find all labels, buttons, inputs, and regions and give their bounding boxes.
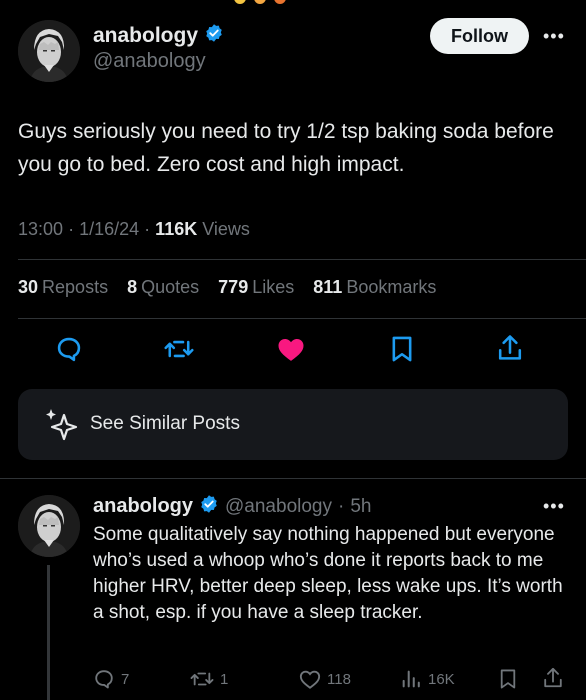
tweet-text: Guys seriously you need to try 1/2 tsp b… bbox=[18, 120, 554, 176]
display-name[interactable]: anabology bbox=[93, 24, 198, 48]
reposts-stat[interactable]: 30 Reposts bbox=[18, 277, 108, 297]
reply-repost-count: 1 bbox=[220, 670, 229, 688]
emoji-icon bbox=[234, 0, 246, 4]
reply-avatar[interactable] bbox=[18, 495, 80, 557]
tweet-date[interactable]: 1/16/24 bbox=[79, 219, 139, 239]
sparkle-icon bbox=[43, 407, 81, 448]
views-count: 116K bbox=[155, 219, 198, 239]
tweet-time[interactable]: 13:00 bbox=[18, 219, 63, 239]
reply-handle[interactable]: @anabology bbox=[225, 496, 332, 518]
bookmarks-stat[interactable]: 811 Bookmarks bbox=[313, 277, 436, 297]
thread-line bbox=[47, 565, 50, 700]
likes-label: Likes bbox=[252, 277, 295, 297]
reply-display-name[interactable]: anabology bbox=[93, 495, 193, 518]
likes-count: 779 bbox=[218, 277, 249, 297]
repost-icon bbox=[190, 672, 214, 686]
like-icon bbox=[299, 670, 321, 689]
quotes-count: 8 bbox=[127, 277, 138, 297]
engagement-stats: 30 Reposts 8 Quotes 779 Likes 811 Bookmarks bbox=[18, 277, 450, 298]
repost-icon[interactable] bbox=[164, 335, 194, 368]
quotes-stat[interactable]: 8 Quotes bbox=[127, 277, 199, 297]
avatar-illustration-icon bbox=[18, 495, 80, 557]
reply-bookmark-action[interactable] bbox=[499, 668, 517, 690]
views-label: Views bbox=[202, 219, 250, 239]
avatar-illustration-icon bbox=[18, 20, 80, 82]
meta-separator: · bbox=[144, 219, 151, 239]
verified-badge-icon bbox=[204, 23, 224, 48]
like-icon[interactable] bbox=[276, 335, 306, 368]
share-icon[interactable] bbox=[496, 333, 524, 368]
divider bbox=[18, 318, 586, 319]
emoji-icon bbox=[254, 0, 266, 4]
reply-reply-count: 7 bbox=[121, 670, 130, 688]
see-similar-posts-button[interactable]: See Similar Posts bbox=[18, 389, 568, 460]
reply-more-options-icon[interactable]: ••• bbox=[543, 496, 565, 517]
cropped-emoji-row bbox=[234, 0, 304, 4]
emoji-icon bbox=[274, 0, 286, 4]
analytics-icon bbox=[402, 670, 420, 688]
follow-button[interactable]: Follow bbox=[430, 18, 529, 54]
reply-views-count: 16K bbox=[428, 670, 455, 688]
verified-badge-icon bbox=[199, 494, 219, 519]
bookmark-icon bbox=[500, 669, 516, 689]
divider bbox=[0, 478, 586, 479]
reply-text: Some qualitatively say nothing happened … bbox=[93, 524, 563, 623]
reply-icon[interactable] bbox=[55, 335, 83, 368]
reply-reply-action[interactable]: 7 bbox=[93, 668, 129, 690]
meta-separator: · bbox=[68, 219, 75, 239]
see-similar-label: See Similar Posts bbox=[90, 413, 240, 434]
divider bbox=[18, 259, 586, 260]
reply-like-action[interactable]: 118 bbox=[299, 668, 351, 690]
reposts-count: 30 bbox=[18, 277, 39, 297]
reply-icon bbox=[95, 670, 113, 689]
tweet-meta: 13:00 · 1/16/24 · 116K Views bbox=[18, 219, 250, 240]
avatar[interactable] bbox=[18, 20, 80, 82]
author-handle[interactable]: @anabology bbox=[93, 50, 206, 73]
quotes-label: Quotes bbox=[141, 277, 200, 297]
meta-separator: · bbox=[338, 495, 345, 517]
reply-share-action[interactable] bbox=[542, 666, 564, 690]
reply-age[interactable]: 5h bbox=[350, 496, 371, 518]
reply-like-count: 118 bbox=[327, 670, 351, 688]
more-options-icon[interactable]: ••• bbox=[543, 26, 565, 47]
bookmark-icon[interactable] bbox=[389, 335, 415, 368]
bookmarks-count: 811 bbox=[313, 277, 343, 297]
likes-stat[interactable]: 779 Likes bbox=[218, 277, 294, 297]
share-icon bbox=[544, 667, 562, 688]
author-name-row[interactable]: anabology bbox=[93, 23, 224, 48]
reply-views-action[interactable]: 16K bbox=[400, 668, 455, 690]
bookmarks-label: Bookmarks bbox=[346, 277, 437, 297]
reply-repost-action[interactable]: 1 bbox=[190, 668, 228, 690]
reposts-label: Reposts bbox=[42, 277, 109, 297]
reply-header: anabology @anabology · 5h bbox=[93, 494, 371, 519]
